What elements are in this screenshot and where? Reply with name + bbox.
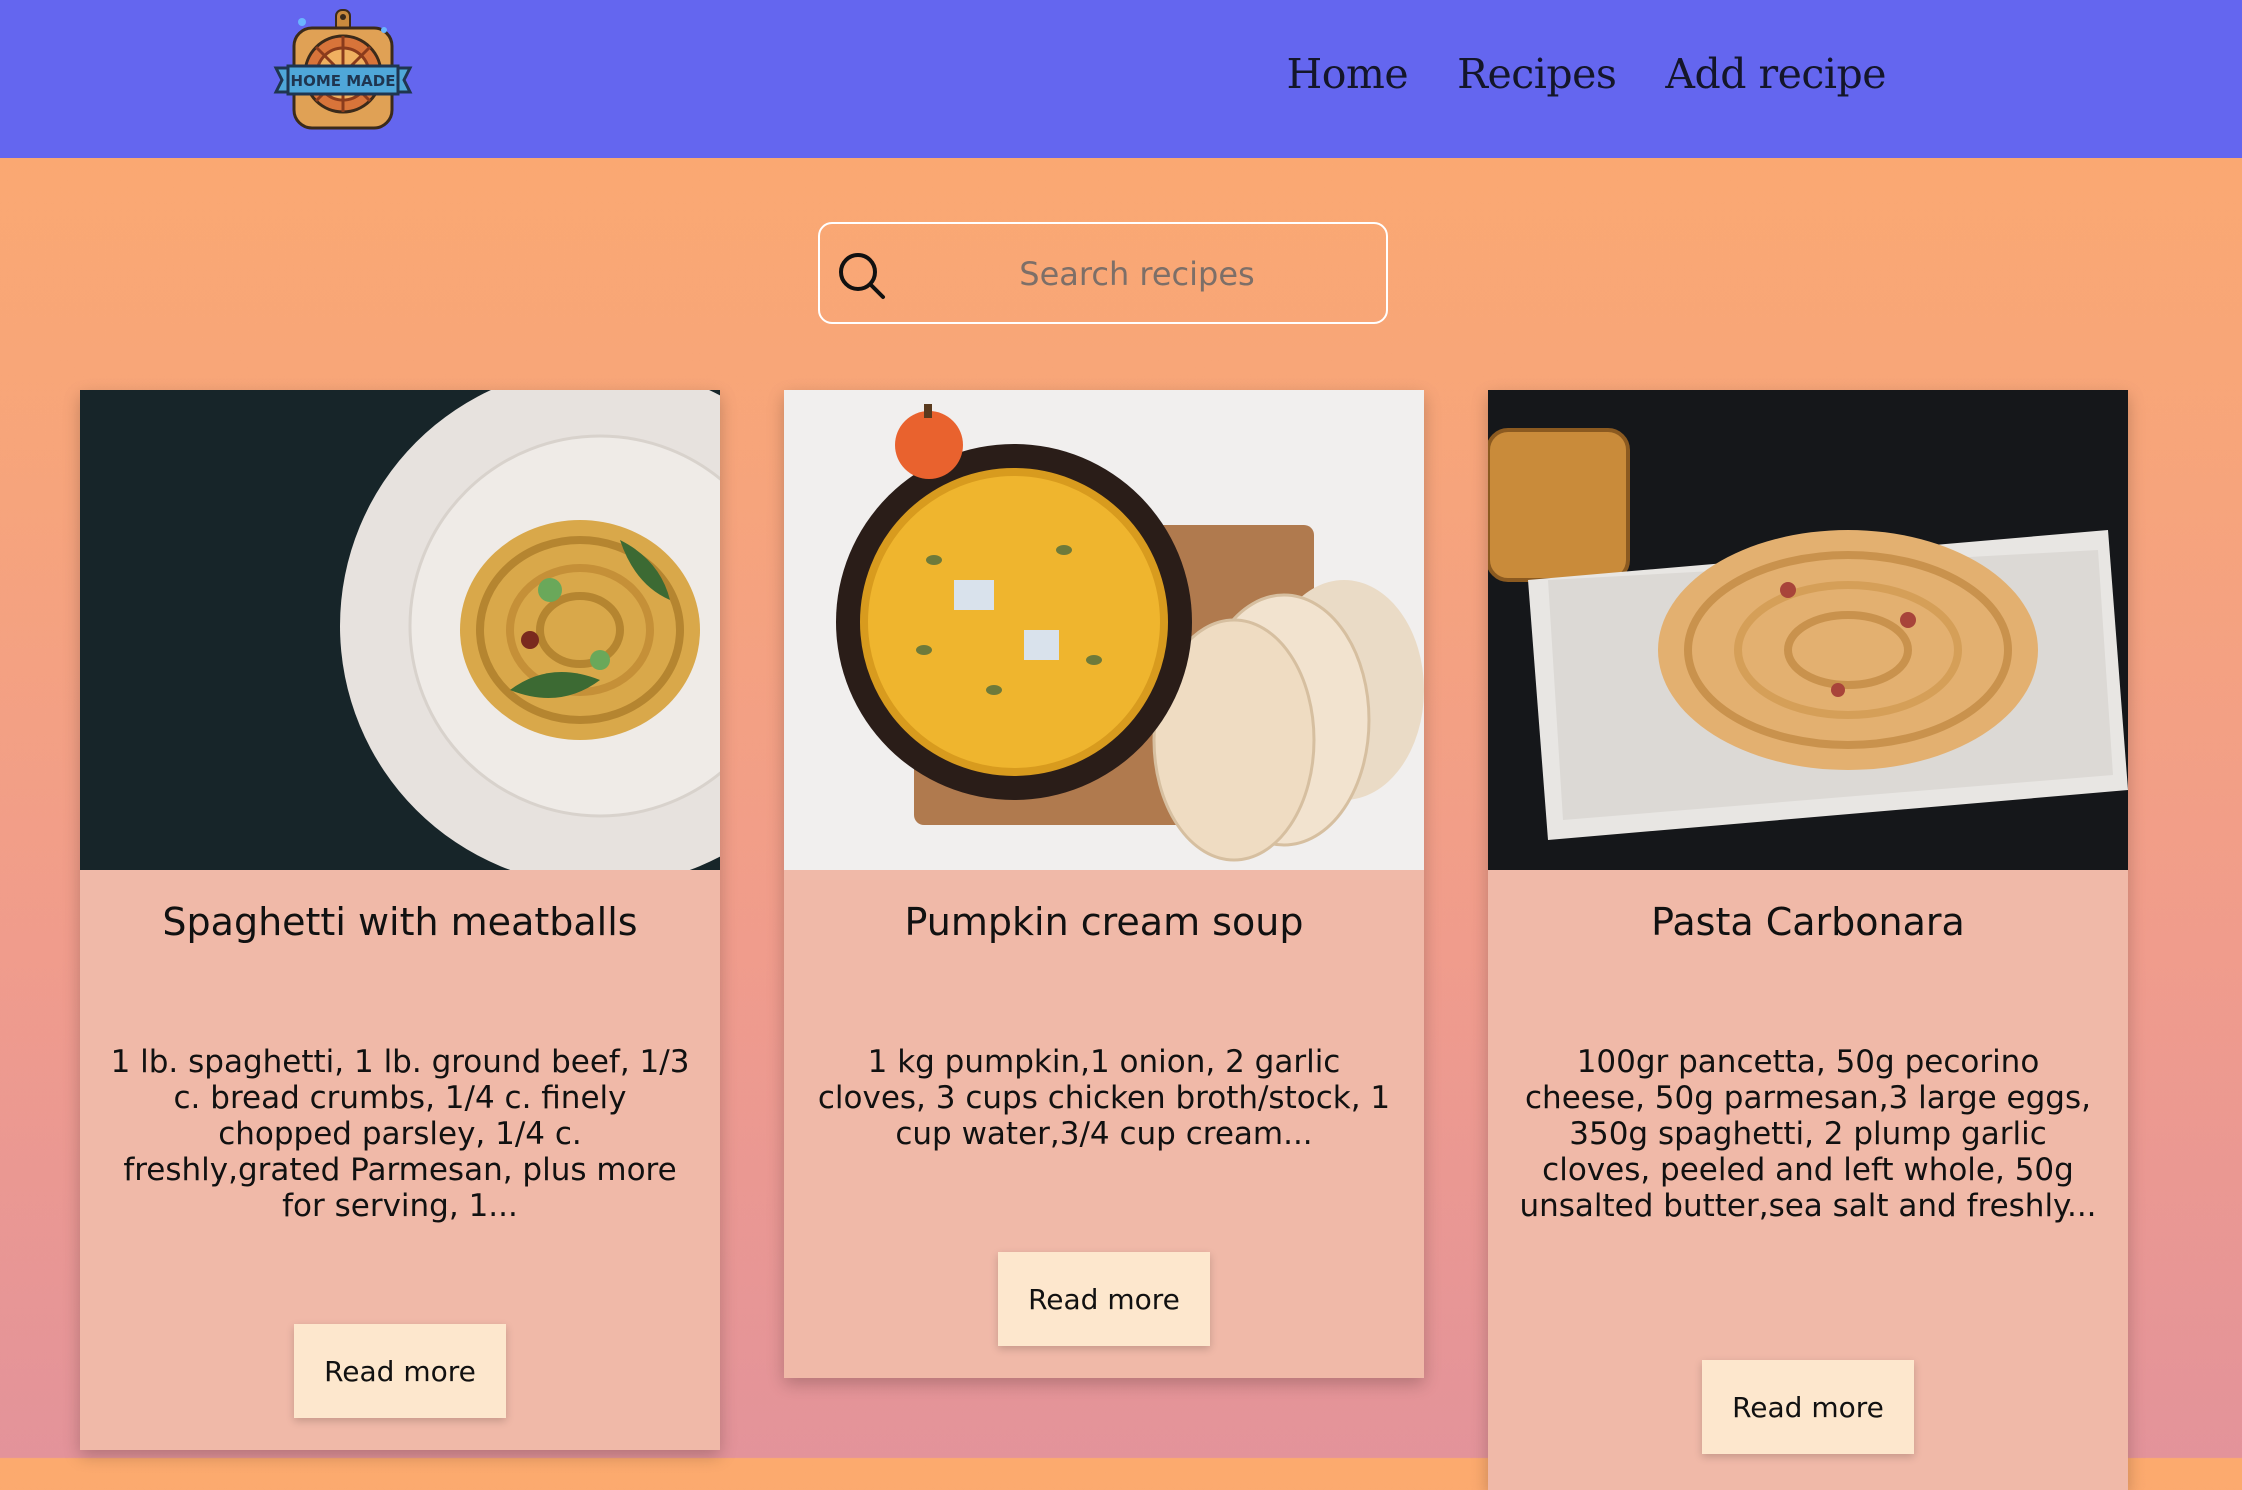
spaghetti-plate-photo xyxy=(80,390,720,870)
read-more-button[interactable]: Read more xyxy=(1702,1360,1914,1454)
recipe-title: Pumpkin cream soup xyxy=(904,900,1304,944)
recipe-title: Spaghetti with meatballs xyxy=(162,900,638,944)
recipe-description: 1 kg pumpkin,1 onion, 2 garlic cloves, 3… xyxy=(817,1044,1391,1152)
recipe-card-spaghetti: Spaghetti with meatballs 1 lb. spaghetti… xyxy=(80,390,720,1450)
recipe-description: 100gr pancetta, 50g pecorino cheese, 50g… xyxy=(1519,1044,2097,1224)
read-more-button[interactable]: Read more xyxy=(294,1324,506,1418)
pumpkin-soup-photo xyxy=(784,390,1424,870)
recipe-title: Pasta Carbonara xyxy=(1651,900,1965,944)
logo-text: HOME MADE xyxy=(291,72,396,90)
recipe-card-carbonara: Pasta Carbonara 100gr pancetta, 50g peco… xyxy=(1488,390,2128,1490)
search-icon xyxy=(839,253,885,299)
read-more-button[interactable]: Read more xyxy=(998,1252,1210,1346)
home-made-logo[interactable]: HOME MADE xyxy=(272,8,414,138)
main-nav: Home Recipes Add recipe xyxy=(1287,50,1887,98)
search-input[interactable] xyxy=(900,224,1374,324)
navbar: HOME MADE Home Recipes Add recipe xyxy=(0,0,2242,158)
nav-home-link[interactable]: Home xyxy=(1287,50,1409,98)
recipe-description: 1 lb. spaghetti, 1 lb. ground beef, 1/3 … xyxy=(110,1044,690,1224)
recipe-card-pumpkin-soup: Pumpkin cream soup 1 kg pumpkin,1 onion,… xyxy=(784,390,1424,1378)
search-box xyxy=(818,222,1388,324)
nav-recipes-link[interactable]: Recipes xyxy=(1457,50,1617,98)
nav-add-recipe-link[interactable]: Add recipe xyxy=(1665,50,1886,98)
carbonara-plate-photo xyxy=(1488,390,2128,870)
